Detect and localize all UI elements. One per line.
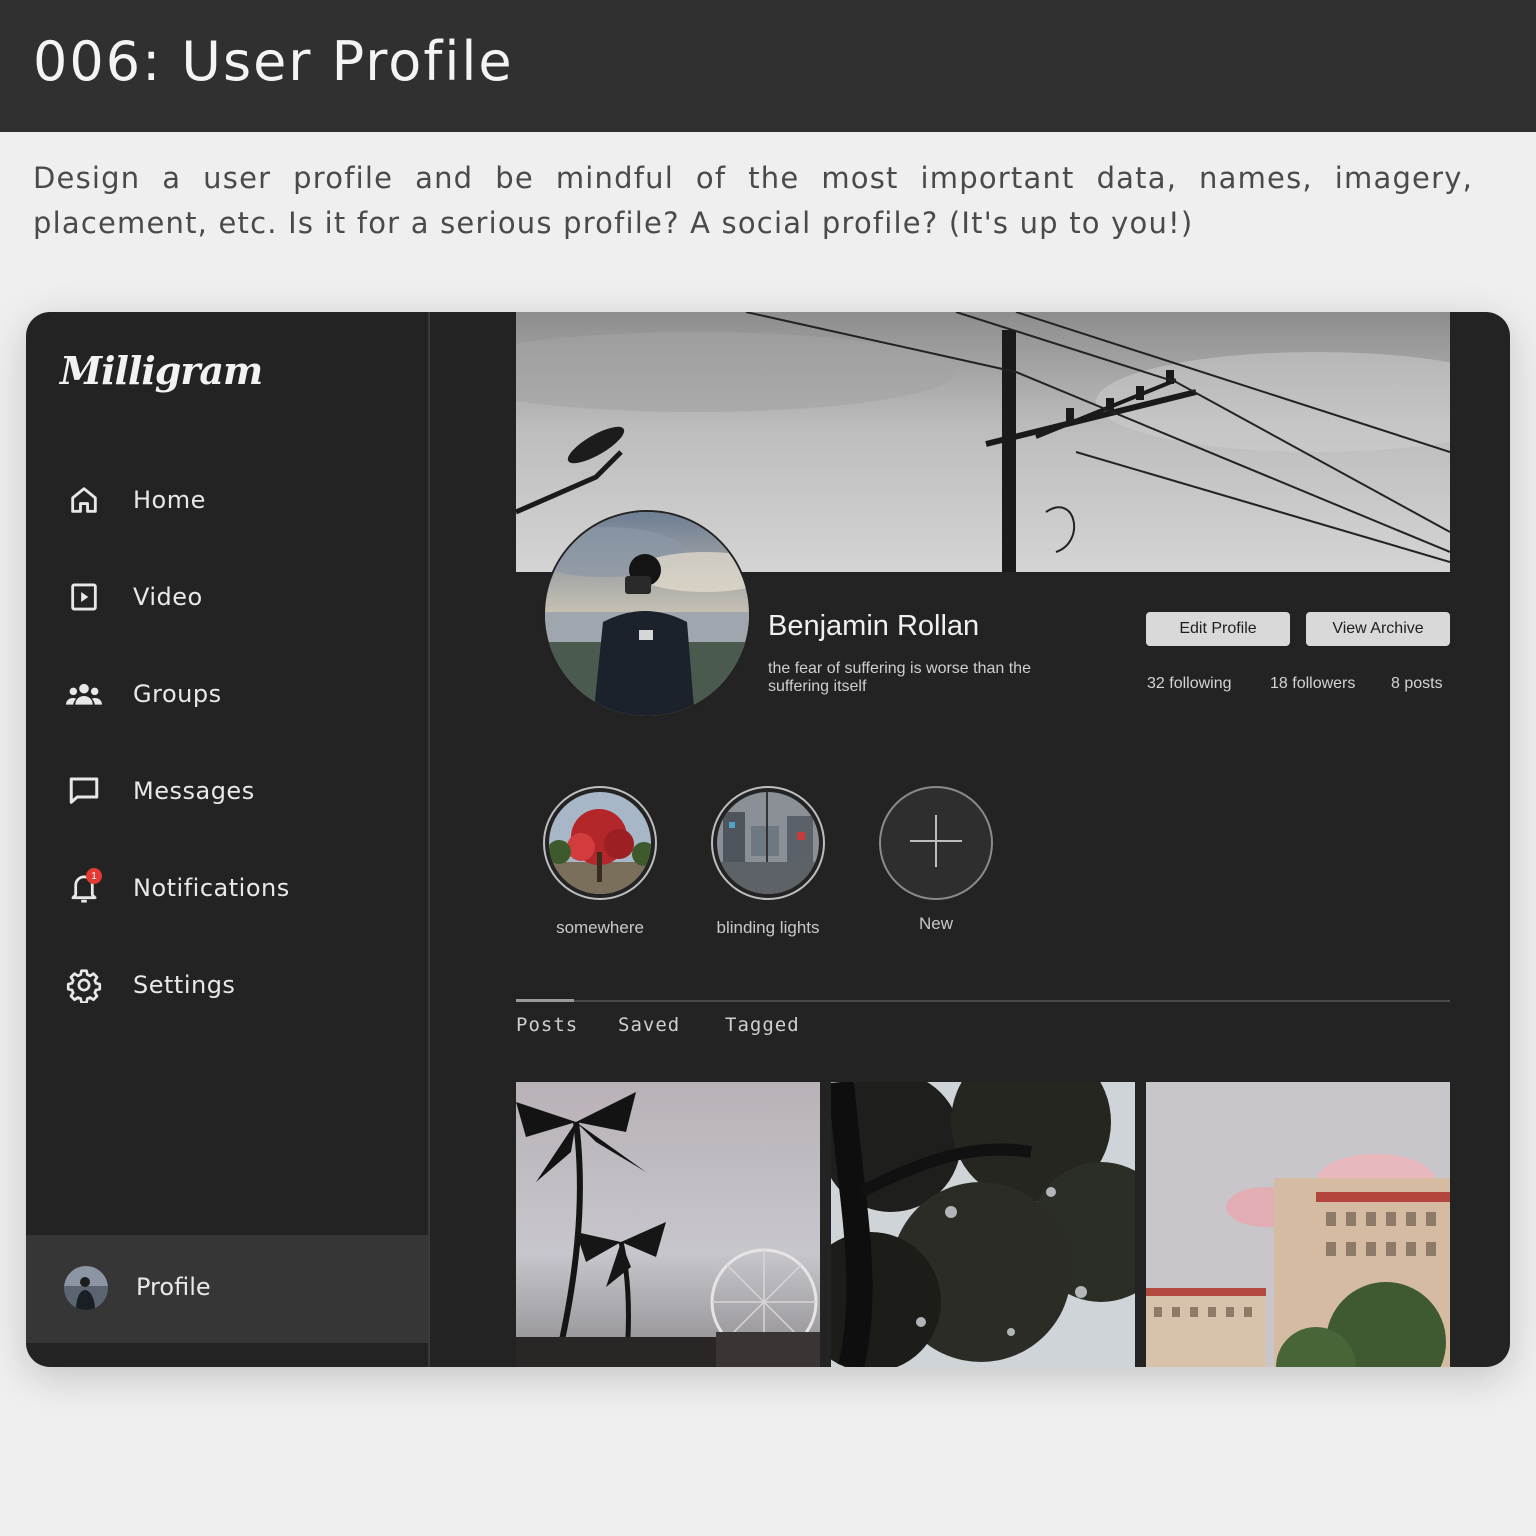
app-window: Milligram Home Video Groups Messages 1 N… (26, 312, 1510, 1367)
design-brief: Design a user profile and be mindful of … (33, 161, 1473, 240)
posts-count: 8 posts (1391, 675, 1443, 692)
post-thumbnail[interactable] (516, 1082, 820, 1367)
highlight-thumbnail (543, 786, 657, 900)
avatar (64, 1266, 108, 1310)
sidebar-item-label: Settings (133, 971, 236, 999)
notification-badge: 1 (86, 868, 102, 884)
video-icon (62, 575, 106, 619)
followers-count[interactable]: 18 followers (1270, 675, 1355, 693)
sidebar-item-label: Messages (133, 777, 255, 805)
highlight-label: New (918, 914, 953, 933)
tabs-divider (516, 1000, 1450, 1002)
sidebar-item-video[interactable]: Video (26, 567, 428, 627)
sidebar-item-label: Video (133, 583, 203, 611)
profile-bio: the fear of suffering is worse than the … (768, 660, 1031, 695)
new-highlight-button[interactable]: New (879, 786, 993, 934)
profile-avatar[interactable] (543, 510, 751, 718)
story-highlight[interactable]: somewhere (543, 786, 657, 938)
post-thumbnail[interactable] (1146, 1082, 1450, 1367)
bell-icon: 1 (62, 866, 106, 910)
sidebar-item-profile[interactable]: Profile (26, 1235, 428, 1343)
sidebar-item-label: Profile (136, 1273, 211, 1301)
tab-posts[interactable]: Posts (516, 1014, 578, 1036)
profile-name: Benjamin Rollan (768, 610, 980, 642)
view-archive-button[interactable]: View Archive (1306, 612, 1450, 646)
highlight-label: blinding lights (716, 918, 820, 937)
highlight-thumbnail (711, 786, 825, 900)
sidebar-item-groups[interactable]: Groups (26, 664, 428, 724)
highlight-thumbnail (879, 786, 993, 900)
page-title: 006: User Profile (33, 30, 514, 93)
sidebar-item-label: Groups (133, 680, 222, 708)
active-tab-indicator (516, 999, 574, 1002)
highlight-label: somewhere (556, 918, 644, 937)
home-icon (62, 478, 106, 522)
app-logo[interactable]: Milligram (60, 348, 263, 393)
sidebar-item-label: Notifications (133, 874, 290, 902)
sidebar-item-notifications[interactable]: 1 Notifications (26, 858, 428, 918)
groups-icon (62, 672, 106, 716)
title-bar: 006: User Profile (0, 0, 1536, 132)
sidebar-item-messages[interactable]: Messages (26, 761, 428, 821)
tab-tagged[interactable]: Tagged (725, 1014, 800, 1036)
tab-saved[interactable]: Saved (618, 1014, 680, 1036)
edit-profile-button[interactable]: Edit Profile (1146, 612, 1290, 646)
profile-main: Benjamin Rollan the fear of suffering is… (430, 312, 1510, 1367)
message-icon (62, 769, 106, 813)
plus-icon (908, 813, 964, 873)
following-count[interactable]: 32 following (1147, 675, 1232, 693)
story-highlight[interactable]: blinding lights (711, 786, 825, 938)
post-thumbnail[interactable] (831, 1082, 1135, 1367)
sidebar-item-label: Home (133, 486, 206, 514)
gear-icon (62, 963, 106, 1007)
sidebar: Milligram Home Video Groups Messages 1 N… (26, 312, 430, 1367)
sidebar-item-home[interactable]: Home (26, 470, 428, 530)
sidebar-item-settings[interactable]: Settings (26, 955, 428, 1015)
